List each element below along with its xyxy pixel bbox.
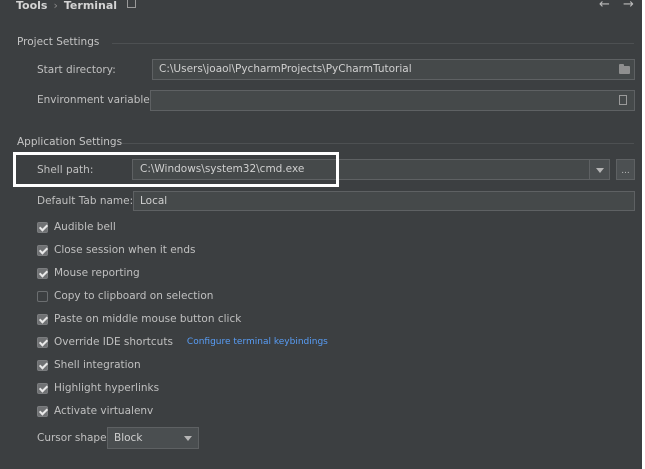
breadcrumb: Tools › Terminal — [16, 0, 137, 12]
back-arrow-icon[interactable]: ← — [599, 0, 610, 12]
checkbox[interactable] — [37, 382, 48, 394]
checkbox[interactable] — [37, 336, 48, 348]
option-label: Paste on middle mouse button click — [54, 313, 242, 325]
start-directory-value: C:\Users\joaol\PycharmProjects\PyCharmTu… — [159, 63, 412, 75]
checkbox[interactable] — [37, 221, 48, 233]
option-label: Mouse reporting — [54, 267, 140, 279]
option-shell-integration[interactable]: Shell integration — [37, 357, 141, 373]
start-directory-label: Start directory: — [37, 64, 116, 76]
start-directory-field[interactable]: C:\Users\joaol\PycharmProjects\PyCharmTu… — [152, 59, 635, 80]
checkbox[interactable] — [37, 267, 48, 279]
default-tab-value: Local — [140, 195, 168, 207]
option-mouse-reporting[interactable]: Mouse reporting — [37, 265, 140, 281]
checkbox[interactable] — [37, 405, 48, 417]
checkbox[interactable] — [37, 244, 48, 256]
option-paste-middle-click[interactable]: Paste on middle mouse button click — [37, 311, 241, 327]
chevron-down-icon — [596, 168, 604, 173]
breadcrumb-terminal: Terminal — [63, 0, 118, 12]
option-label: Audible bell — [54, 221, 116, 233]
project-settings-heading: Project Settings — [17, 36, 100, 48]
shell-path-highlight — [13, 152, 339, 187]
env-vars-label: Environment variables: — [37, 94, 159, 106]
breadcrumb-separator-icon: › — [53, 0, 58, 12]
option-activate-virtualenv[interactable]: Activate virtualenv — [37, 403, 153, 419]
option-copy-to-clipboard[interactable]: Copy to clipboard on selection — [37, 288, 213, 304]
env-vars-field[interactable] — [150, 90, 635, 111]
default-tab-field[interactable]: Local — [133, 191, 635, 211]
application-settings-divider — [122, 143, 634, 144]
breadcrumb-tools[interactable]: Tools — [16, 0, 47, 12]
project-settings-divider — [112, 43, 634, 44]
option-label: Close session when it ends — [54, 244, 196, 256]
pin-icon[interactable] — [127, 0, 137, 8]
application-settings-heading: Application Settings — [17, 136, 123, 148]
option-highlight-hyperlinks[interactable]: Highlight hyperlinks — [37, 380, 159, 396]
option-label: Copy to clipboard on selection — [54, 290, 214, 302]
checkbox[interactable] — [37, 290, 48, 302]
option-label: Highlight hyperlinks — [54, 382, 160, 394]
configure-keybindings-link[interactable]: Configure terminal keybindings — [187, 337, 328, 347]
cursor-shape-label: Cursor shape: — [37, 432, 111, 444]
option-close-session[interactable]: Close session when it ends — [37, 242, 195, 258]
settings-panel: Tools › Terminal ← → Project Settings Star… — [0, 0, 642, 469]
shell-path-browse-button[interactable]: ... — [616, 159, 635, 180]
checkbox[interactable] — [37, 313, 48, 325]
option-label: Shell integration — [54, 359, 141, 371]
shell-path-dropdown-button[interactable] — [589, 159, 610, 180]
chevron-down-icon — [184, 436, 192, 441]
folder-icon[interactable] — [619, 64, 630, 74]
option-label: Activate virtualenv — [54, 405, 154, 417]
default-tab-label: Default Tab name: — [37, 195, 134, 207]
checkbox[interactable] — [37, 359, 48, 371]
edit-env-vars-icon[interactable] — [619, 95, 627, 105]
option-override-ide-shortcuts[interactable]: Override IDE shortcuts Configure termina… — [37, 334, 328, 350]
option-label: Override IDE shortcuts — [54, 336, 173, 348]
option-audible-bell[interactable]: Audible bell — [37, 219, 116, 235]
forward-arrow-icon[interactable]: → — [623, 0, 634, 12]
cursor-shape-value: Block — [114, 432, 143, 444]
cursor-shape-select[interactable]: Block — [107, 427, 199, 449]
